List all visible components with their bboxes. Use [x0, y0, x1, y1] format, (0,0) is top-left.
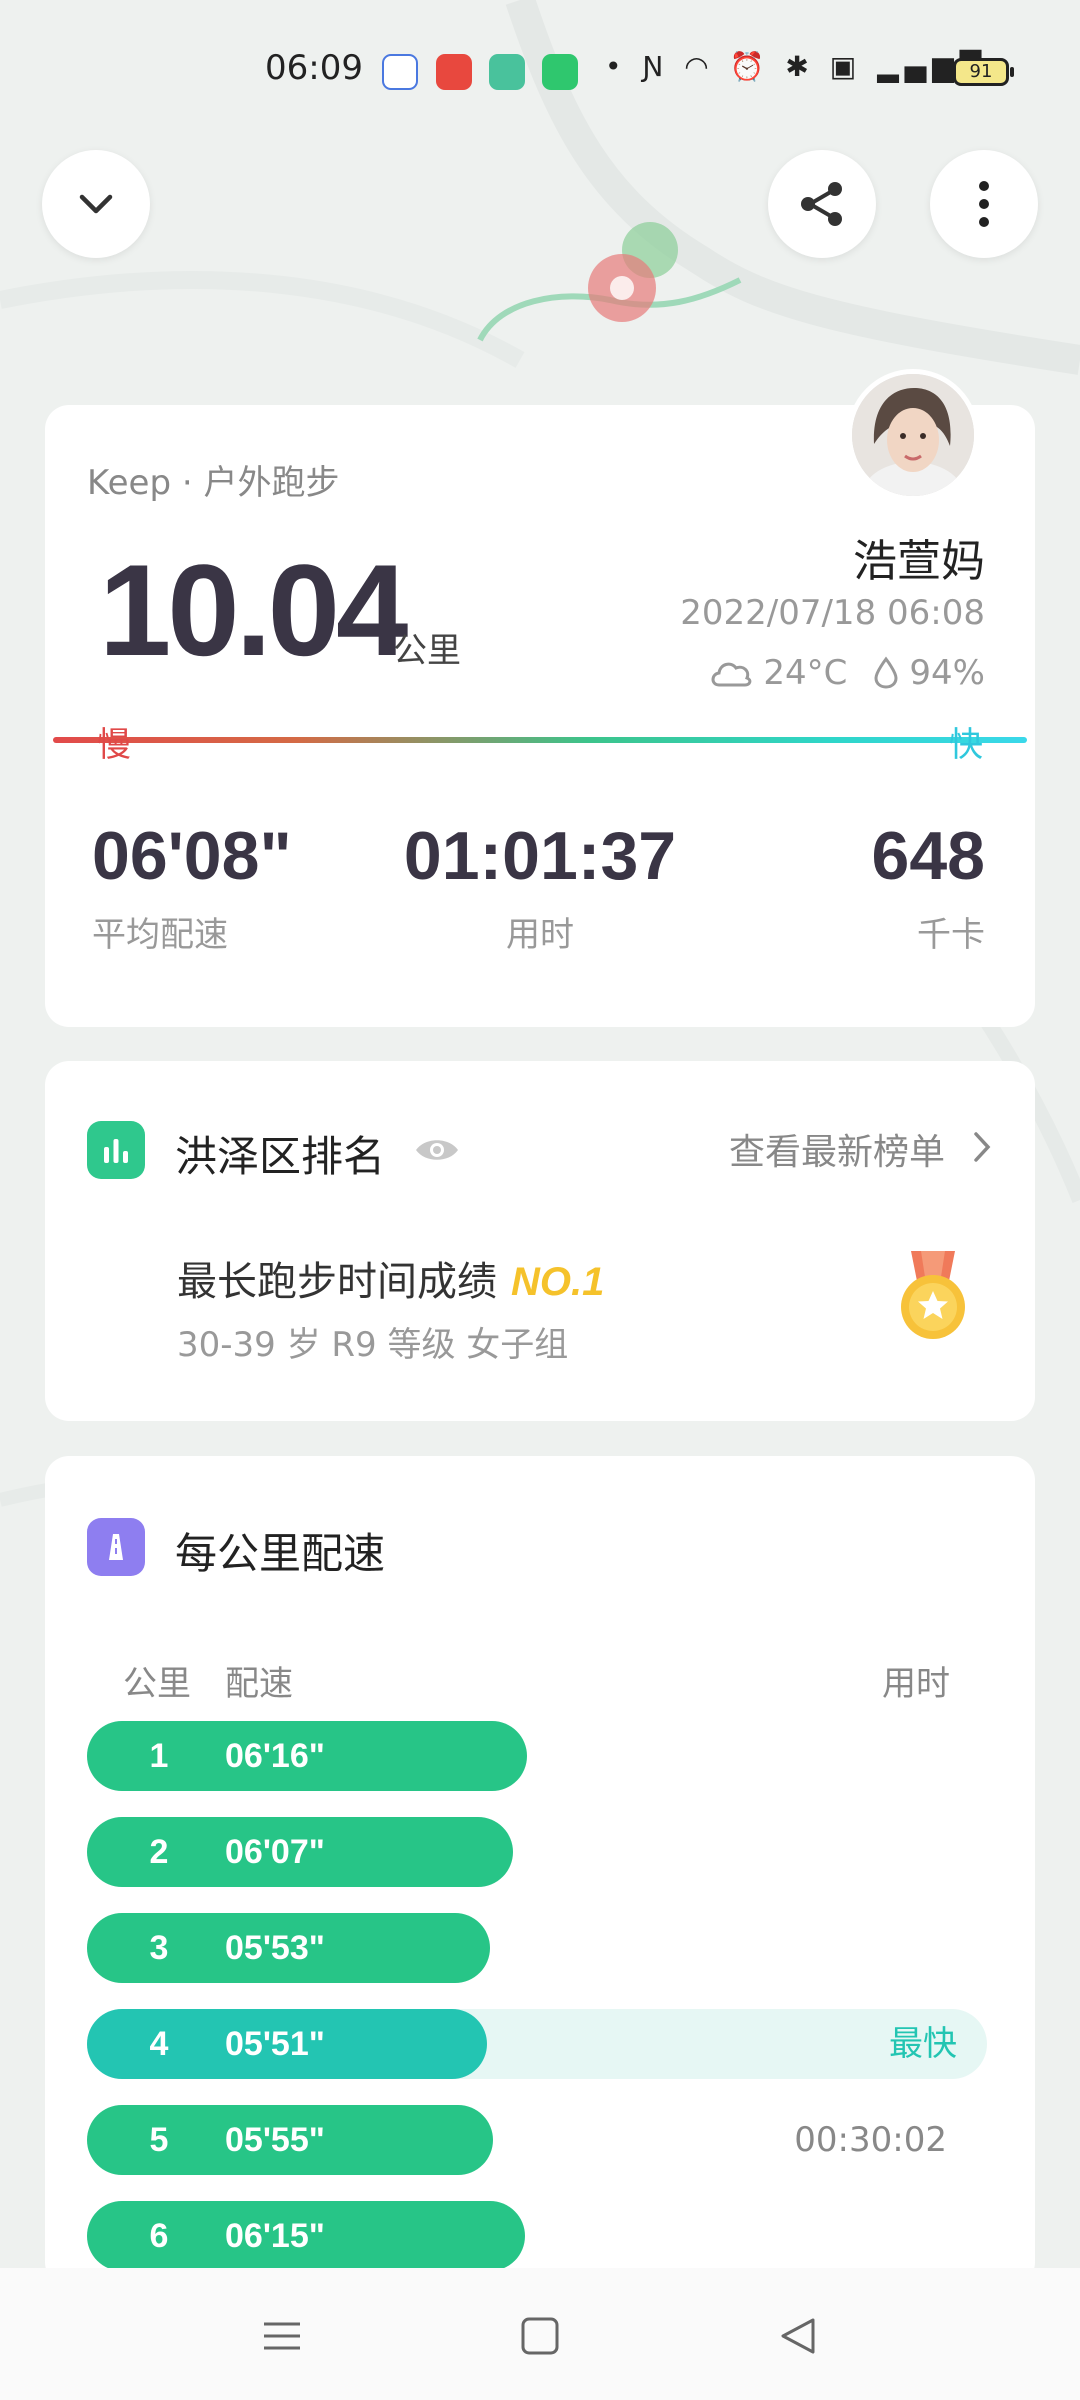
road-icon — [87, 1518, 145, 1576]
menu-icon[interactable] — [262, 2316, 302, 2356]
user-name: 浩萱妈 — [853, 536, 985, 587]
system-status-icons: • Ɲ ◠ ⏰ ✱ ▣ ▂▄▆█ — [605, 50, 988, 83]
split-pace-value: 06'15" — [225, 2217, 325, 2255]
rank-badge: NO.1 — [511, 1260, 605, 1304]
split-elapsed-time: 00:30:02 — [794, 2120, 947, 2160]
chevron-down-icon — [79, 194, 113, 214]
status-bar: 06:09 • Ɲ ◠ ⏰ ✱ ▣ ▂▄▆█ 91 — [0, 40, 1080, 104]
run-summary-card: Keep · 户外跑步 10.04 公里 浩萱妈 2022/07/18 06:0… — [45, 369, 1035, 1027]
ranking-title: 洪泽区排名 — [175, 1132, 386, 1181]
avg-pace-value: 06'08" — [92, 818, 292, 894]
status-time: 06:09 — [265, 48, 363, 88]
fastest-label: 最快 — [889, 2024, 957, 2064]
music-app-icon — [436, 54, 472, 90]
split-pace-value: 06'16" — [225, 1737, 325, 1775]
ranking-chart-icon — [87, 1121, 145, 1179]
calories-label: 千卡 — [917, 915, 985, 955]
splits-title: 每公里配速 — [175, 1529, 386, 1578]
split-km-number: 2 — [149, 1833, 169, 1871]
baidu-map-icon — [382, 54, 418, 90]
avg-pace-label: 平均配速 — [92, 915, 228, 955]
duration-label: 用时 — [506, 915, 574, 955]
activity-datetime: 2022/07/18 06:08 — [680, 593, 985, 633]
duration-value: 01:01:37 — [403, 818, 677, 894]
system-nav-bar — [0, 2268, 1080, 2400]
distance-value: 10.04 — [99, 537, 408, 683]
split-km-number: 4 — [149, 2025, 169, 2063]
split-pace-value: 05'55" — [225, 2121, 325, 2159]
col-time-header: 用时 — [882, 1664, 950, 1704]
avatar[interactable] — [847, 369, 979, 501]
more-vertical-icon — [979, 181, 989, 227]
split-km-number: 1 — [149, 1737, 169, 1775]
view-leaderboard-link[interactable]: 查看最新榜单 — [729, 1123, 945, 1175]
slow-label: 慢 — [97, 725, 131, 765]
back-triangle-icon[interactable] — [778, 2316, 818, 2356]
ranking-group: 30-39 岁 R9 等级 女子组 — [177, 1325, 569, 1365]
split-pace-value: 05'53" — [225, 1929, 325, 1967]
share-icon — [801, 182, 842, 226]
humidity-value: 94% — [909, 653, 985, 693]
split-km-number: 3 — [149, 1929, 169, 1967]
chevron-right-icon[interactable] — [971, 1129, 993, 1165]
camera-app-icon — [489, 54, 525, 90]
achievement-text: 最长跑步时间成绩 NO.1 — [177, 1249, 604, 1307]
activity-source: Keep · 户外跑步 — [87, 463, 340, 503]
share-button[interactable] — [768, 150, 876, 258]
split-pace-value: 06'07" — [225, 1833, 325, 1871]
col-km-header: 公里 — [123, 1664, 191, 1704]
split-km-number: 6 — [149, 2217, 169, 2255]
pace-gradient-bar — [53, 737, 1027, 743]
humidity-drop-icon — [874, 656, 898, 689]
collapse-button[interactable] — [42, 150, 150, 258]
temperature-value: 24°C — [763, 653, 848, 693]
km-splits-card: 每公里配速 公里 配速 用时 1 06'16" 2 06'07" 3 05'53" 4 05'… — [45, 1456, 1035, 2286]
distance-unit: 公里 — [393, 631, 461, 671]
gold-medal-icon — [901, 1251, 965, 1339]
home-square-icon[interactable] — [520, 2316, 560, 2356]
calories-value: 648 — [871, 818, 985, 894]
shopping-app-icon — [542, 54, 578, 90]
district-ranking-card: 洪泽区排名 查看最新榜单 最长跑步时间成绩 NO.1 30-39 岁 R9 等级 … — [45, 1061, 1035, 1421]
fast-label: 快 — [949, 725, 983, 765]
col-pace-header: 配速 — [225, 1664, 293, 1704]
achievement-label: 最长跑步时间成绩 — [177, 1259, 497, 1305]
split-pace-value: 05'51" — [225, 2025, 325, 2063]
more-options-button[interactable] — [930, 150, 1038, 258]
battery-icon: 91 — [953, 58, 1014, 86]
cloud-icon — [711, 662, 752, 687]
eye-icon[interactable] — [413, 1133, 461, 1167]
split-km-number: 5 — [149, 2121, 169, 2159]
weather-info: 24°C 94% — [709, 653, 985, 693]
